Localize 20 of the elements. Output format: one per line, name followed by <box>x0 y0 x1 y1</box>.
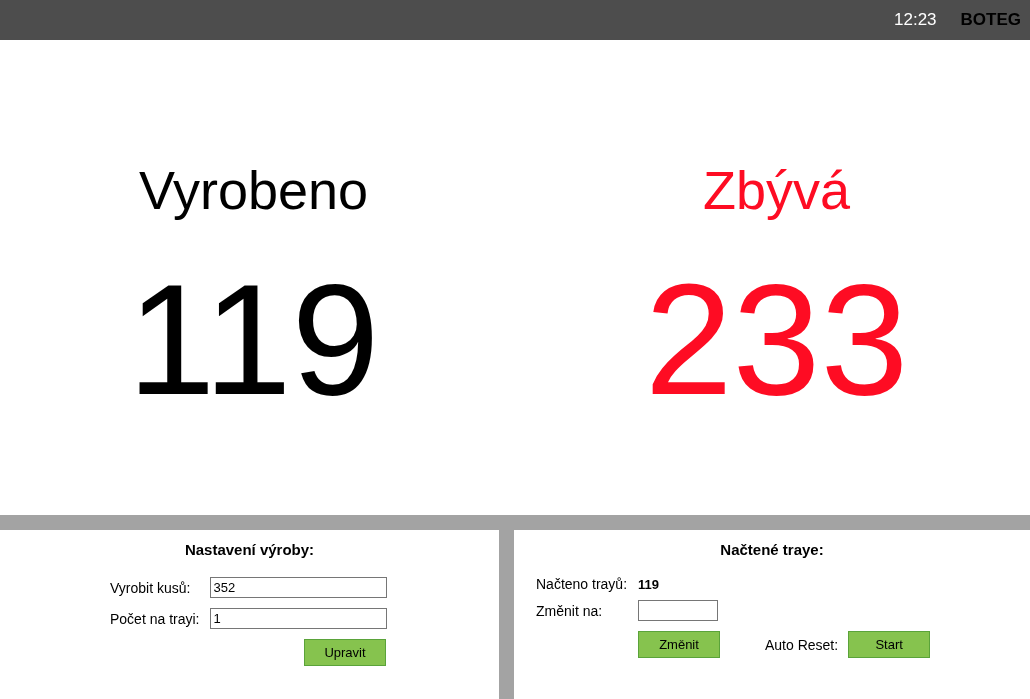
brand-logo: BOTEG <box>960 10 1021 30</box>
counter-label: Zbývá <box>702 160 851 220</box>
counter-value: 233 <box>644 254 909 424</box>
panel-title: Načtené traye: <box>719 541 825 558</box>
field-label: Vyrobit kusů: <box>110 579 192 596</box>
update-button[interactable]: Upravit <box>304 639 386 666</box>
clock-time: 12:23 <box>894 10 937 30</box>
counter-label: Vyrobeno <box>138 160 369 220</box>
tray-count: 119 <box>638 576 660 592</box>
field-label: Počet na trayi: <box>110 610 200 627</box>
start-button[interactable]: Start <box>848 631 931 658</box>
input-field[interactable] <box>638 600 718 621</box>
auto-reset-label: Auto Reset: <box>765 636 839 653</box>
input-field[interactable]: 1 <box>209 608 387 629</box>
input-field[interactable]: 352 <box>209 577 387 598</box>
counter-value: 119 <box>127 254 380 424</box>
field-label: Změnit na: <box>536 602 604 619</box>
panel-title: Nastavení výroby: <box>183 541 316 558</box>
field-label: Načteno trayů: <box>536 576 629 592</box>
change-button[interactable]: Změnit <box>638 631 720 658</box>
